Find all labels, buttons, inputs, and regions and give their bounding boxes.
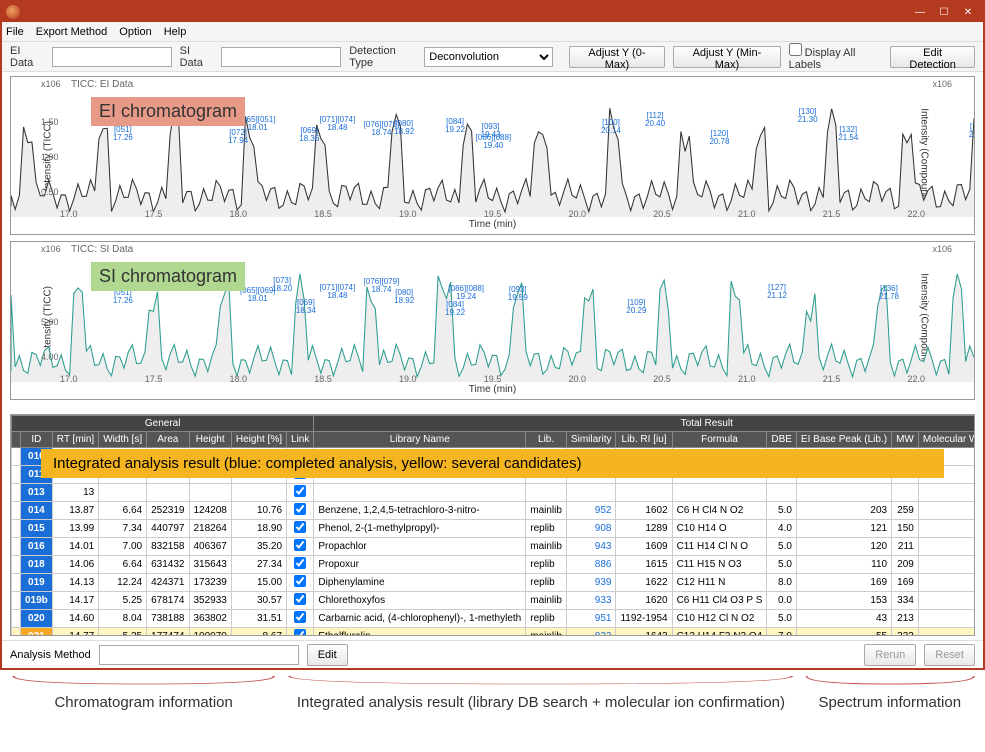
x-tick: 21.0 xyxy=(738,209,756,217)
analysis-method-label: Analysis Method xyxy=(10,649,91,661)
table-row[interactable]: 01413.876.6425231912420810.76Benzene, 1,… xyxy=(12,502,975,520)
chart-badge: EI chromatogram xyxy=(91,97,245,126)
ei-data-input[interactable] xyxy=(52,47,172,67)
x-tick: 17.5 xyxy=(145,374,163,382)
x-axis-label: Time (min) xyxy=(11,217,974,234)
x-tick: 18.5 xyxy=(314,209,332,217)
x-tick: 20.5 xyxy=(653,374,671,382)
table-row[interactable]: 01513.997.3444079721826418.90Phenol, 2-(… xyxy=(12,520,975,538)
caption-spectrum: Spectrum information xyxy=(803,694,977,711)
y-tick: 1.00 xyxy=(41,152,59,162)
x-tick: 22.0 xyxy=(907,209,925,217)
reset-button[interactable]: Reset xyxy=(924,644,975,666)
table-row[interactable]: 01313156 xyxy=(12,484,975,502)
menu-help[interactable]: Help xyxy=(164,26,187,38)
link-checkbox[interactable] xyxy=(294,485,306,497)
ei-chart[interactable]: TICC: EI DataEI chromatogramIntensity (T… xyxy=(10,76,975,235)
caption-chromatogram: Chromatogram information xyxy=(8,694,279,711)
menu-export[interactable]: Export Method xyxy=(36,26,108,38)
x-axis-label: Time (min) xyxy=(11,382,974,399)
y-tick: 5.00 xyxy=(41,317,59,327)
x-tick: 20.0 xyxy=(568,374,586,382)
check-icon xyxy=(973,523,974,534)
link-checkbox[interactable] xyxy=(294,611,306,623)
x-tick: 17.0 xyxy=(60,209,78,217)
link-checkbox[interactable] xyxy=(294,593,306,605)
edit-detection-button[interactable]: Edit Detection xyxy=(890,46,975,68)
x-tick: 19.0 xyxy=(399,374,417,382)
check-icon xyxy=(973,541,974,552)
bottom-bar: Analysis Method Edit Rerun Reset xyxy=(2,640,983,668)
x-tick: 18.5 xyxy=(314,374,332,382)
window-controls: — ☐ ✕ xyxy=(909,4,979,20)
chart-badge: SI chromatogram xyxy=(91,262,245,291)
table-row[interactable]: 019b14.175.2567817435293330.57Chlorethox… xyxy=(12,592,975,610)
table-row[interactable]: 02114.775.251774741000708.67Ethalflurali… xyxy=(12,628,975,636)
x-tick: 20.5 xyxy=(653,209,671,217)
adjust-y-minmax-button[interactable]: Adjust Y (Min-Max) xyxy=(673,46,780,68)
x-tick: 18.0 xyxy=(230,374,248,382)
table-row[interactable]: 02014.608.0473818836380231.51Carbamic ac… xyxy=(12,610,975,628)
check-icon xyxy=(973,577,974,588)
x-tick: 18.0 xyxy=(230,209,248,217)
charts-area: TICC: EI DataEI chromatogramIntensity (T… xyxy=(2,72,983,410)
link-checkbox[interactable] xyxy=(294,575,306,587)
analysis-method-input[interactable] xyxy=(99,645,299,665)
link-checkbox[interactable] xyxy=(294,557,306,569)
menu-option[interactable]: Option xyxy=(119,26,151,38)
si-chart[interactable]: TICC: SI DataSI chromatogramIntensity (T… xyxy=(10,241,975,400)
x-tick: 21.5 xyxy=(823,209,841,217)
app-icon xyxy=(6,5,20,19)
menubar: File Export Method Option Help xyxy=(2,22,983,42)
check-icon xyxy=(973,613,974,624)
brackets xyxy=(0,670,985,694)
edit-button[interactable]: Edit xyxy=(307,644,348,666)
close-button[interactable]: ✕ xyxy=(957,4,979,20)
x-tick: 22.0 xyxy=(907,374,925,382)
link-checkbox[interactable] xyxy=(294,521,306,533)
link-checkbox[interactable] xyxy=(294,629,306,635)
menu-file[interactable]: File xyxy=(6,26,24,38)
result-table[interactable]: GeneralTotal ResultSpectrum InfoIDRT [mi… xyxy=(11,415,974,635)
link-checkbox[interactable] xyxy=(294,503,306,515)
x-tick: 17.5 xyxy=(145,209,163,217)
detection-type-select[interactable]: Deconvolution xyxy=(424,47,552,67)
y-tick: 0.50 xyxy=(41,187,59,197)
x-tick: 17.0 xyxy=(60,374,78,382)
detection-type-label: Detection Type xyxy=(349,45,416,69)
x-tick: 21.5 xyxy=(823,374,841,382)
si-data-label: SI Data xyxy=(180,45,214,69)
x-tick: 19.0 xyxy=(399,209,417,217)
y-tick: 1.50 xyxy=(41,117,59,127)
rerun-button[interactable]: Rerun xyxy=(864,644,916,666)
ei-data-label: EI Data xyxy=(10,45,44,69)
caption-result: Integrated analysis result (library DB s… xyxy=(279,694,802,711)
toolbar: EI Data SI Data Detection Type Deconvolu… xyxy=(2,42,983,72)
titlebar: — ☐ ✕ xyxy=(2,2,983,22)
x-tick: 19.5 xyxy=(484,374,502,382)
x-tick: 20.0 xyxy=(568,209,586,217)
si-data-input[interactable] xyxy=(221,47,341,67)
app-window: — ☐ ✕ File Export Method Option Help EI … xyxy=(0,0,985,670)
table-row[interactable]: 01914.1312.2442437117323915.00Diphenylam… xyxy=(12,574,975,592)
minimize-button[interactable]: — xyxy=(909,4,931,20)
table-row[interactable]: 01814.066.6463143231564327.34Propoxurrep… xyxy=(12,556,975,574)
x-tick: 21.0 xyxy=(738,374,756,382)
table-row[interactable]: 01614.017.0083215840636735.20Propachlorm… xyxy=(12,538,975,556)
y-tick: 4.00 xyxy=(41,352,59,362)
link-checkbox[interactable] xyxy=(294,539,306,551)
adjust-y-0max-button[interactable]: Adjust Y (0-Max) xyxy=(569,46,666,68)
maximize-button[interactable]: ☐ xyxy=(933,4,955,20)
display-all-labels-checkbox[interactable]: Display All Labels xyxy=(789,43,883,71)
overlay-caption: Integrated analysis result (blue: comple… xyxy=(41,449,944,478)
captions: Chromatogram information Integrated anal… xyxy=(0,694,985,719)
results-table: Integrated analysis result (blue: comple… xyxy=(10,414,975,636)
x-tick: 19.5 xyxy=(484,209,502,217)
